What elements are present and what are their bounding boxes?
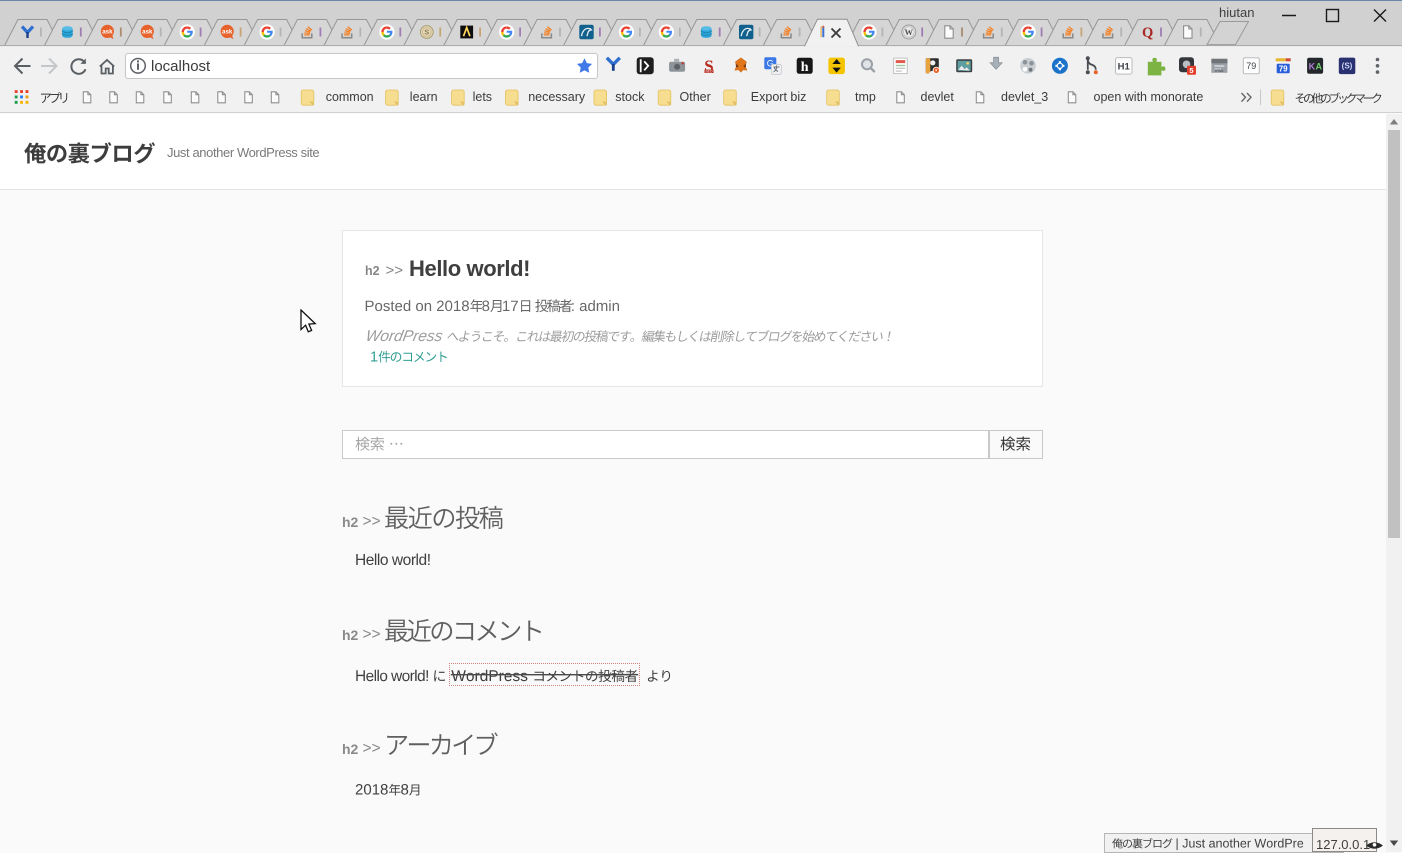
svg-text:A: A <box>1315 61 1322 71</box>
svg-text:(S): (S) <box>1342 62 1353 71</box>
svg-text:H1: H1 <box>1118 61 1131 72</box>
svg-text:h: h <box>801 60 809 75</box>
svg-text:79: 79 <box>1246 61 1256 71</box>
svg-text:SEO: SEO <box>705 69 713 73</box>
svg-text:79: 79 <box>1279 64 1288 73</box>
svg-text:HTML: HTML <box>1215 69 1224 73</box>
svg-text:5: 5 <box>1189 66 1193 75</box>
